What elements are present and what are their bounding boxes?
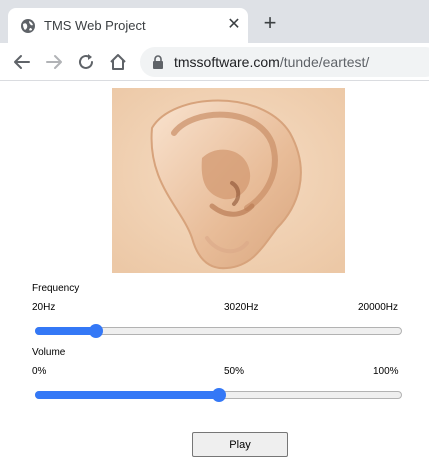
tab-title: TMS Web Project bbox=[44, 18, 146, 33]
globe-icon bbox=[21, 19, 35, 33]
play-button[interactable]: Play bbox=[192, 432, 288, 457]
frequency-mid-label: 3020Hz bbox=[224, 302, 259, 313]
arrow-left-icon[interactable] bbox=[12, 52, 32, 72]
plus-icon[interactable]: + bbox=[260, 12, 280, 34]
browser-toolbar: tmssoftware.com/tunde/eartest/ bbox=[0, 43, 429, 81]
url-path: /tunde/eartest/ bbox=[279, 54, 370, 70]
arrow-right-icon[interactable] bbox=[44, 52, 64, 72]
slider-fill bbox=[35, 327, 96, 335]
browser-tab[interactable]: TMS Web Project ✕ bbox=[8, 8, 248, 43]
reload-icon[interactable] bbox=[76, 52, 96, 72]
address-bar[interactable]: tmssoftware.com/tunde/eartest/ bbox=[140, 47, 429, 77]
frequency-slider[interactable] bbox=[35, 323, 402, 339]
lock-icon[interactable] bbox=[152, 55, 164, 69]
slider-thumb[interactable] bbox=[89, 324, 103, 338]
close-icon[interactable]: ✕ bbox=[226, 17, 242, 33]
volume-mid-label: 50% bbox=[224, 366, 245, 377]
volume-slider[interactable] bbox=[35, 387, 402, 403]
slider-thumb[interactable] bbox=[212, 388, 226, 402]
url-text: tmssoftware.com/tunde/eartest/ bbox=[174, 54, 369, 70]
volume-label: Volume bbox=[32, 347, 66, 358]
volume-min-label: 0% bbox=[32, 366, 47, 377]
ear-image bbox=[112, 88, 345, 273]
frequency-min-label: 20Hz bbox=[32, 302, 56, 313]
volume-max-label: 100% bbox=[373, 366, 399, 377]
slider-fill bbox=[35, 391, 219, 399]
home-icon[interactable] bbox=[108, 52, 128, 72]
frequency-max-label: 20000Hz bbox=[358, 302, 399, 313]
frequency-label: Frequency bbox=[32, 283, 80, 294]
tab-strip: TMS Web Project ✕ + bbox=[0, 0, 429, 43]
url-host: tmssoftware.com bbox=[174, 54, 280, 70]
